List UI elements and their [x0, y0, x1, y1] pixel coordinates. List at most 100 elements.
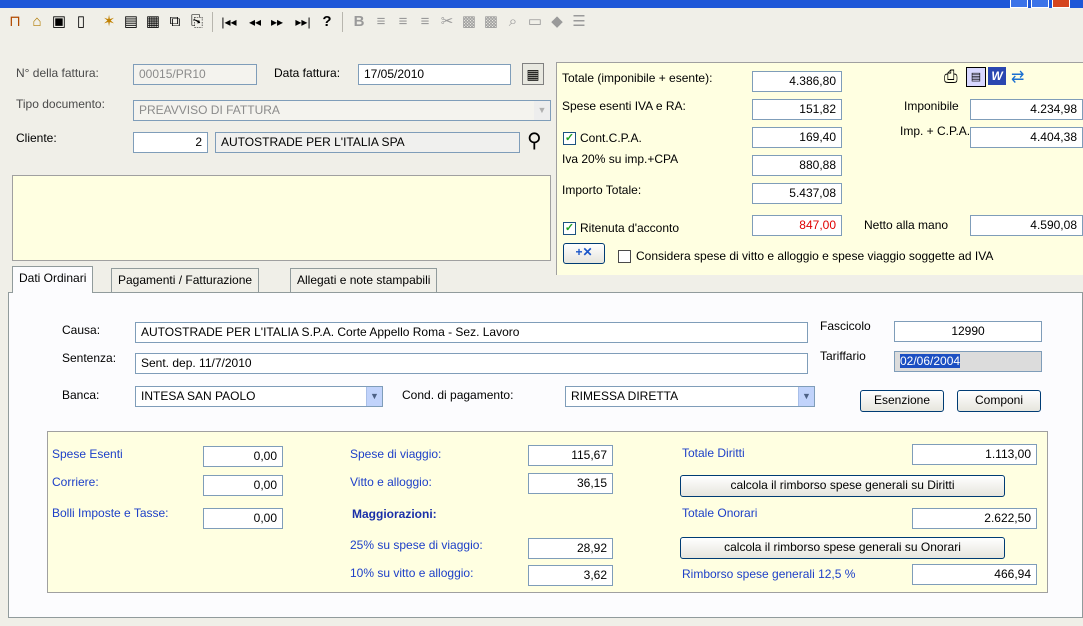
open-icon[interactable]: ⊓	[6, 13, 24, 31]
invoice-number-field[interactable]: 00015/PR10	[133, 64, 257, 85]
document-type-label: Tipo documento:	[16, 97, 105, 111]
componi-button[interactable]: Componi	[957, 390, 1041, 412]
fascicolo-field[interactable]: 12990	[894, 321, 1042, 342]
last-record-icon[interactable]: ▸▸|	[294, 13, 312, 31]
magg10-label: 10% su vitto e alloggio:	[350, 566, 474, 580]
paste-format-icon[interactable]: ▩	[482, 13, 500, 31]
maximize-button[interactable]	[1031, 0, 1049, 8]
magg25-field[interactable]: 28,92	[528, 538, 613, 559]
save-icon[interactable]: ▣	[50, 13, 68, 31]
copy-icon[interactable]: ⧉	[166, 13, 184, 31]
document-type-select[interactable]: PREAVVISO DI FATTURA ▼	[133, 100, 551, 121]
previous-record-icon[interactable]: ◂◂	[246, 13, 264, 31]
bolli-field[interactable]: 0,00	[203, 508, 283, 529]
back-icon[interactable]: ◆	[548, 13, 566, 31]
vat-expenses-label: Considera spese di vitto e alloggio e sp…	[636, 249, 994, 263]
tab-dati-ordinari[interactable]: Dati Ordinari	[12, 266, 94, 293]
totale-onorari-field[interactable]: 2.622,50	[912, 508, 1037, 529]
spese-esenti-field[interactable]: 0,00	[203, 446, 283, 467]
toolbar-separator	[212, 12, 213, 32]
cpa-field[interactable]: 169,40	[752, 127, 842, 148]
grid-icon[interactable]: ▦	[144, 13, 162, 31]
tab-allegati-note[interactable]: Allegati e note stampabili	[290, 268, 438, 292]
causa-field[interactable]: AUTOSTRADE PER L'ITALIA S.P.A. Corte App…	[135, 322, 808, 343]
tariffario-field[interactable]: 02/06/2004	[894, 351, 1042, 372]
esenzione-button[interactable]: Esenzione	[860, 390, 944, 412]
withholding-field[interactable]: 847,00	[752, 215, 842, 236]
grand-total-label: Importo Totale:	[562, 183, 642, 197]
fascicolo-label: Fascicolo	[820, 319, 871, 333]
payment-conditions-value: RIMESSA DIRETTA	[571, 389, 679, 403]
sentenza-field[interactable]: Sent. dep. 11/7/2010	[135, 353, 808, 374]
first-record-icon[interactable]: |◂◂	[220, 13, 238, 31]
tab-pagamenti-fatturazione[interactable]: Pagamenti / Fatturazione	[111, 268, 260, 292]
vat-field[interactable]: 880,88	[752, 155, 842, 176]
notes-area[interactable]	[12, 175, 551, 261]
report-toolbar: ⎙ ▤ W ⇄	[934, 67, 1083, 91]
paste-icon[interactable]: ⎘	[188, 13, 206, 31]
payment-conditions-select[interactable]: RIMESSA DIRETTA ▼	[565, 386, 815, 407]
refresh-icon[interactable]: ⇄	[1011, 67, 1024, 87]
bullets-icon[interactable]: ☰	[570, 13, 588, 31]
invoice-date-field[interactable]: 17/05/2010	[358, 64, 511, 85]
total-field[interactable]: 4.386,80	[752, 71, 842, 92]
net-label: Netto alla mano	[864, 218, 949, 232]
corriere-field[interactable]: 0,00	[203, 475, 283, 496]
new-document-icon[interactable]: ▯	[72, 13, 90, 31]
word-export-icon[interactable]: W	[988, 67, 1006, 85]
client-code-field[interactable]: 2	[133, 132, 208, 153]
align-center-icon[interactable]: ≡	[394, 13, 412, 31]
preview-icon[interactable]: ▤	[966, 67, 986, 87]
exempt-expenses-label: Spese esenti IVA e RA:	[562, 99, 686, 113]
copy-format-icon[interactable]: ▩	[460, 13, 478, 31]
add-expense-button[interactable]: +✕	[563, 243, 605, 264]
bold-icon[interactable]: B	[350, 13, 368, 31]
client-label: Cliente:	[16, 131, 57, 145]
banca-select[interactable]: INTESA SAN PAOLO ▼	[135, 386, 383, 407]
vat-expenses-checkbox[interactable]	[618, 250, 631, 263]
magg10-field[interactable]: 3,62	[528, 565, 613, 586]
help-icon[interactable]: ?	[318, 13, 336, 31]
document-type-value: PREAVVISO DI FATTURA	[139, 103, 280, 117]
print-icon[interactable]: ⎙	[944, 67, 958, 87]
rimborso-field[interactable]: 466,94	[912, 564, 1037, 585]
sentenza-label: Sentenza:	[62, 351, 117, 365]
cut-icon[interactable]: ✂	[438, 13, 456, 31]
align-right-icon[interactable]: ≡	[416, 13, 434, 31]
imp-cpa-field[interactable]: 4.404,38	[970, 127, 1083, 148]
title-bar	[0, 0, 1083, 8]
folder-open-icon[interactable]: ⌂	[28, 13, 46, 31]
calc-onorari-button[interactable]: calcola il rimborso spese generali su On…	[680, 537, 1005, 559]
payment-conditions-label: Cond. di pagamento:	[402, 388, 514, 402]
wizard-icon[interactable]: ✶	[100, 13, 118, 31]
vitto-alloggio-field[interactable]: 36,15	[528, 473, 613, 494]
taxable-label: Imponibile	[904, 99, 959, 113]
withholding-label: Ritenuta d'acconto	[580, 221, 680, 235]
spese-viaggio-label: Spese di viaggio:	[350, 447, 442, 461]
chevron-down-icon[interactable]: ▼	[798, 387, 814, 406]
totale-diritti-label: Totale Diritti	[682, 446, 745, 460]
cpa-checkbox[interactable]: ✓	[563, 132, 576, 145]
banca-label: Banca:	[62, 388, 100, 402]
close-button[interactable]	[1052, 0, 1070, 8]
grand-total-field[interactable]: 5.437,08	[752, 183, 842, 204]
replace-icon[interactable]: ▭	[526, 13, 544, 31]
list-icon[interactable]: ▤	[122, 13, 140, 31]
spese-viaggio-field[interactable]: 115,67	[528, 445, 613, 466]
chevron-down-icon[interactable]: ▼	[366, 387, 382, 406]
totale-diritti-field[interactable]: 1.113,00	[912, 444, 1037, 465]
tariffario-value: 02/06/2004	[900, 354, 961, 368]
exempt-expenses-field[interactable]: 151,82	[752, 99, 842, 120]
withholding-checkbox[interactable]: ✓	[563, 222, 576, 235]
align-left-icon[interactable]: ≡	[372, 13, 390, 31]
net-field[interactable]: 4.590,08	[970, 215, 1083, 236]
client-name-field[interactable]: AUTOSTRADE PER L'ITALIA SPA	[215, 132, 520, 153]
calc-diritti-button[interactable]: calcola il rimborso spese generali su Di…	[680, 475, 1005, 497]
search-icon[interactable]: ⚲	[527, 128, 542, 153]
taxable-field[interactable]: 4.234,98	[970, 99, 1083, 120]
next-record-icon[interactable]: ▸▸	[268, 13, 286, 31]
find-icon[interactable]: ⌕	[504, 13, 522, 31]
calendar-icon[interactable]: ▦	[522, 63, 544, 85]
chevron-down-icon[interactable]: ▼	[534, 101, 550, 120]
minimize-button[interactable]	[1010, 0, 1028, 8]
